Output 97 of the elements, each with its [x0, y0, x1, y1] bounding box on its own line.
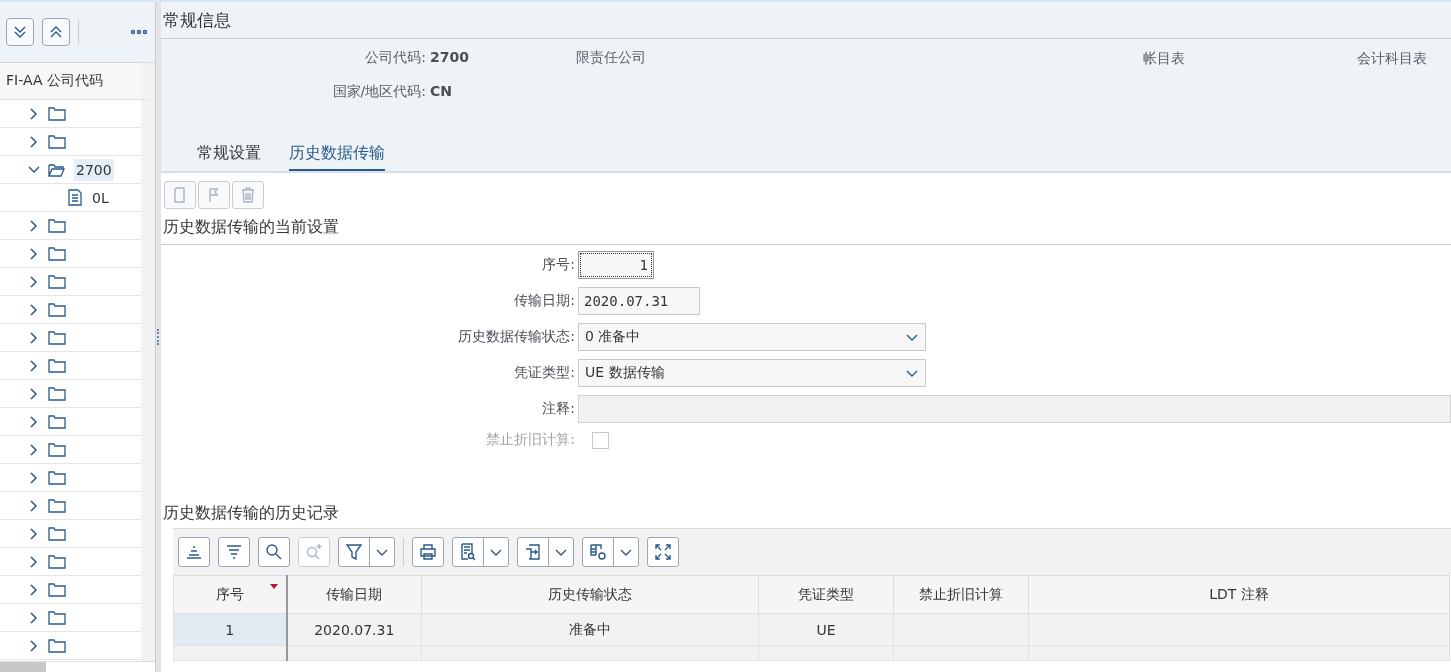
fullscreen-icon: [653, 542, 673, 562]
table-cell: 准备中: [421, 613, 759, 646]
column-header[interactable]: 序号: [173, 575, 287, 614]
field-label: 注释:: [541, 400, 576, 418]
folder-icon: [48, 497, 66, 514]
field-label: 历史数据传输状态:: [457, 328, 576, 346]
folder-icon: [48, 609, 66, 626]
tab[interactable]: 历史数据传输: [289, 139, 385, 171]
field-label: 凭证类型:: [513, 364, 576, 382]
chevron-right-icon[interactable]: [28, 247, 40, 260]
field-label: 国家/地区代码:: [331, 83, 426, 101]
document-icon: [68, 189, 82, 206]
chevron-right-icon[interactable]: [28, 331, 40, 344]
tab[interactable]: 常规设置: [197, 139, 261, 171]
view-button[interactable]: [452, 537, 509, 567]
chevron-right-icon[interactable]: [28, 359, 40, 372]
field-label: 序号:: [541, 256, 576, 274]
input-field[interactable]: 1: [578, 251, 654, 279]
folder-icon: [48, 413, 66, 430]
chevron-right-icon[interactable]: [28, 611, 40, 624]
folder-icon: [48, 581, 66, 598]
table-cell: 1: [173, 613, 287, 646]
chevron-down-icon[interactable]: [28, 163, 40, 176]
chevron-right-icon[interactable]: [28, 415, 40, 428]
sort-marker-icon: [269, 584, 278, 589]
print-button[interactable]: [412, 537, 444, 567]
sort-desc-button[interactable]: [218, 537, 250, 567]
table-cell: 2020.07.31: [286, 613, 422, 646]
column-header[interactable]: 禁止折旧计算: [893, 575, 1029, 614]
folder-icon: [48, 553, 66, 570]
folder-icon: [48, 385, 66, 402]
dropdown-field[interactable]: UE 数据传输: [578, 359, 926, 387]
search-icon: [264, 542, 284, 562]
sort-descending-icon: [224, 542, 244, 562]
chevron-right-icon[interactable]: [28, 219, 40, 232]
column-header[interactable]: 凭证类型: [758, 575, 894, 614]
field-value: CN: [429, 83, 453, 101]
chevron-right-icon[interactable]: [28, 583, 40, 596]
field-label: 公司代码:: [364, 49, 426, 67]
filter-icon: [344, 542, 364, 562]
folder-icon: [48, 245, 66, 262]
search-plus-icon: [304, 542, 324, 562]
scrollbar-thumb[interactable]: [0, 662, 46, 672]
open-folder-icon: [48, 161, 66, 178]
chevron-right-icon[interactable]: [28, 527, 40, 540]
folder-icon: [48, 637, 66, 654]
field-value: 2700: [429, 49, 470, 67]
folder-icon: [48, 217, 66, 234]
chevron-right-icon[interactable]: [28, 443, 40, 456]
tree-header: FI-AA 公司代码: [0, 63, 155, 100]
chevron-right-icon[interactable]: [28, 471, 40, 484]
chevron-right-icon[interactable]: [28, 387, 40, 400]
folder-icon: [48, 133, 66, 150]
collapse-all-button[interactable]: [42, 18, 70, 46]
column-header[interactable]: 历史传输状态: [421, 575, 759, 614]
column-header[interactable]: LDT 注释: [1028, 575, 1450, 614]
folder-icon: [48, 525, 66, 542]
chevron-right-icon[interactable]: [28, 639, 40, 652]
filter-button[interactable]: [338, 537, 395, 567]
field-label: 传输日期:: [513, 292, 576, 310]
chevron-right-icon[interactable]: [28, 499, 40, 512]
column-header[interactable]: 传输日期: [286, 575, 422, 614]
folder-icon: [48, 357, 66, 374]
search-button[interactable]: [258, 537, 290, 567]
layout-button[interactable]: [582, 537, 639, 567]
field-label: 禁止折旧计算:: [485, 431, 576, 449]
tree-node-label[interactable]: 0L: [90, 186, 111, 209]
field-label: 帐目表: [1143, 50, 1185, 68]
expand-all-button[interactable]: [6, 18, 34, 46]
section-title: 历史数据传输的历史记录: [162, 502, 340, 524]
sort-asc-button[interactable]: [178, 537, 210, 567]
export-icon: [523, 542, 543, 562]
splitter-grip[interactable]: [156, 329, 161, 345]
folder-icon: [48, 273, 66, 290]
tree-node-label[interactable]: 2700: [74, 158, 114, 181]
list-search-icon: [458, 542, 478, 562]
folder-icon: [48, 469, 66, 486]
table-cell: UE: [758, 613, 894, 646]
field-value: 会计科目表: [1357, 50, 1427, 68]
chevron-right-icon[interactable]: [28, 107, 40, 120]
export-button[interactable]: [517, 537, 574, 567]
company-name: 限责任公司: [576, 49, 646, 65]
chevron-right-icon[interactable]: [28, 303, 40, 316]
chevron-right-icon[interactable]: [28, 135, 40, 148]
chevron-right-icon[interactable]: [28, 555, 40, 568]
folder-icon: [48, 105, 66, 122]
folder-icon: [48, 301, 66, 318]
dropdown-field[interactable]: 0 准备中: [578, 323, 926, 351]
folder-icon: [48, 441, 66, 458]
section-title: 常规信息: [161, 2, 1451, 39]
chevron-right-icon[interactable]: [28, 275, 40, 288]
section-title: 历史数据传输的当前设置: [161, 211, 1451, 245]
print-icon: [418, 542, 438, 562]
fullscreen-button[interactable]: [647, 537, 679, 567]
grid-gear-icon: [588, 542, 608, 562]
input-field[interactable]: 2020.07.31: [578, 287, 700, 315]
folder-icon: [48, 329, 66, 346]
